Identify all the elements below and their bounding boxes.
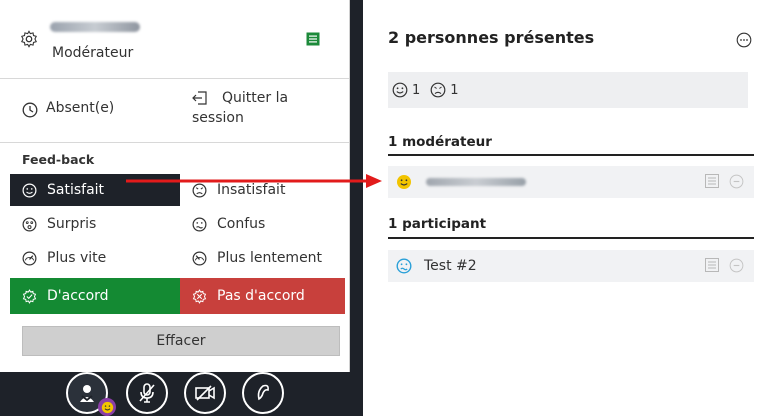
check-badge-icon	[22, 288, 37, 304]
feedback-agree-button[interactable]: D'accord	[10, 278, 180, 314]
gear-icon[interactable]	[20, 30, 38, 48]
row-actions	[705, 174, 744, 189]
status-menu: Modérateur Absent(e) Quitter la session …	[0, 0, 350, 372]
share-button[interactable]	[242, 372, 284, 414]
more-options-icon[interactable]	[729, 174, 744, 189]
feedback-surprised-button[interactable]: Surpris	[10, 208, 180, 240]
share-icon	[257, 384, 269, 401]
feedback-confused-label: Confus	[217, 216, 266, 232]
participants-count-title: 2 personnes présentes	[388, 28, 595, 47]
more-options-icon[interactable]	[729, 258, 744, 273]
list-icon[interactable]	[306, 32, 320, 46]
row-actions	[705, 258, 744, 273]
moderator-name-redacted	[426, 178, 526, 186]
microphone-muted-icon	[139, 383, 155, 403]
leave-session-button[interactable]: Quitter la session	[192, 88, 288, 128]
leave-label-line2: session	[192, 110, 244, 126]
moderators-section-title: 1 modérateur	[388, 134, 492, 150]
participant-name: Test #2	[424, 258, 477, 274]
list-icon[interactable]	[705, 258, 719, 272]
feedback-summary: 1 1	[388, 72, 748, 108]
feedback-faster-label: Plus vite	[47, 250, 107, 266]
clock-icon	[22, 102, 38, 118]
leave-label-line1: Quitter la	[222, 90, 289, 106]
feedback-title: Feed-back	[22, 152, 95, 167]
speedometer-slow-icon	[192, 251, 207, 265]
feedback-satisfied-button[interactable]: Satisfait	[10, 174, 180, 206]
moderator-row[interactable]	[388, 166, 754, 198]
unsatisfied-count-chip[interactable]: 1	[430, 82, 459, 98]
feedback-surprised-label: Surpris	[47, 216, 97, 232]
clear-feedback-button[interactable]: Effacer	[22, 326, 340, 356]
feedback-confused-button[interactable]: Confus	[180, 208, 345, 240]
user-role: Modérateur	[52, 45, 134, 61]
smile-icon	[392, 82, 408, 98]
divider	[0, 78, 349, 79]
more-options-icon[interactable]	[736, 32, 752, 48]
raise-hand-icon	[80, 385, 94, 402]
sad-icon	[192, 183, 207, 197]
feedback-satisfied-label: Satisfait	[47, 182, 105, 198]
feedback-unsatisfied-label: Insatisfait	[217, 182, 286, 198]
confused-icon	[192, 217, 207, 231]
participants-section-title: 1 participant	[388, 216, 487, 232]
feedback-slower-label: Plus lentement	[217, 250, 323, 266]
feedback-faster-button[interactable]: Plus vite	[10, 242, 180, 274]
smile-emoji-icon	[397, 175, 411, 189]
camera-button[interactable]	[184, 372, 226, 414]
smile-icon	[22, 183, 37, 197]
participant-row[interactable]: Test #2	[388, 250, 754, 282]
status-badge	[98, 398, 116, 416]
smile-icon	[101, 401, 113, 413]
section-divider	[388, 154, 754, 156]
feedback-disagree-label: Pas d'accord	[217, 288, 305, 304]
exit-icon	[192, 91, 207, 105]
user-name-redacted	[50, 22, 140, 32]
camera-off-icon	[195, 385, 215, 401]
microphone-button[interactable]	[126, 372, 168, 414]
feedback-disagree-button[interactable]: Pas d'accord	[180, 278, 345, 314]
divider	[0, 142, 349, 143]
confused-emoji-icon	[396, 258, 412, 274]
feedback-unsatisfied-button[interactable]: Insatisfait	[180, 174, 345, 206]
feedback-agree-label: D'accord	[47, 288, 109, 304]
feedback-slower-button[interactable]: Plus lentement	[180, 242, 345, 274]
cross-badge-icon	[192, 288, 207, 304]
speedometer-fast-icon	[22, 251, 37, 265]
surprised-icon	[22, 217, 37, 231]
section-divider	[388, 237, 754, 239]
list-icon[interactable]	[705, 174, 719, 188]
sad-icon	[430, 82, 446, 98]
satisfied-count-chip[interactable]: 1	[392, 82, 420, 98]
away-button[interactable]: Absent(e)	[22, 100, 114, 118]
satisfied-count: 1	[412, 82, 421, 98]
away-label: Absent(e)	[46, 100, 115, 116]
unsatisfied-count: 1	[450, 82, 459, 98]
